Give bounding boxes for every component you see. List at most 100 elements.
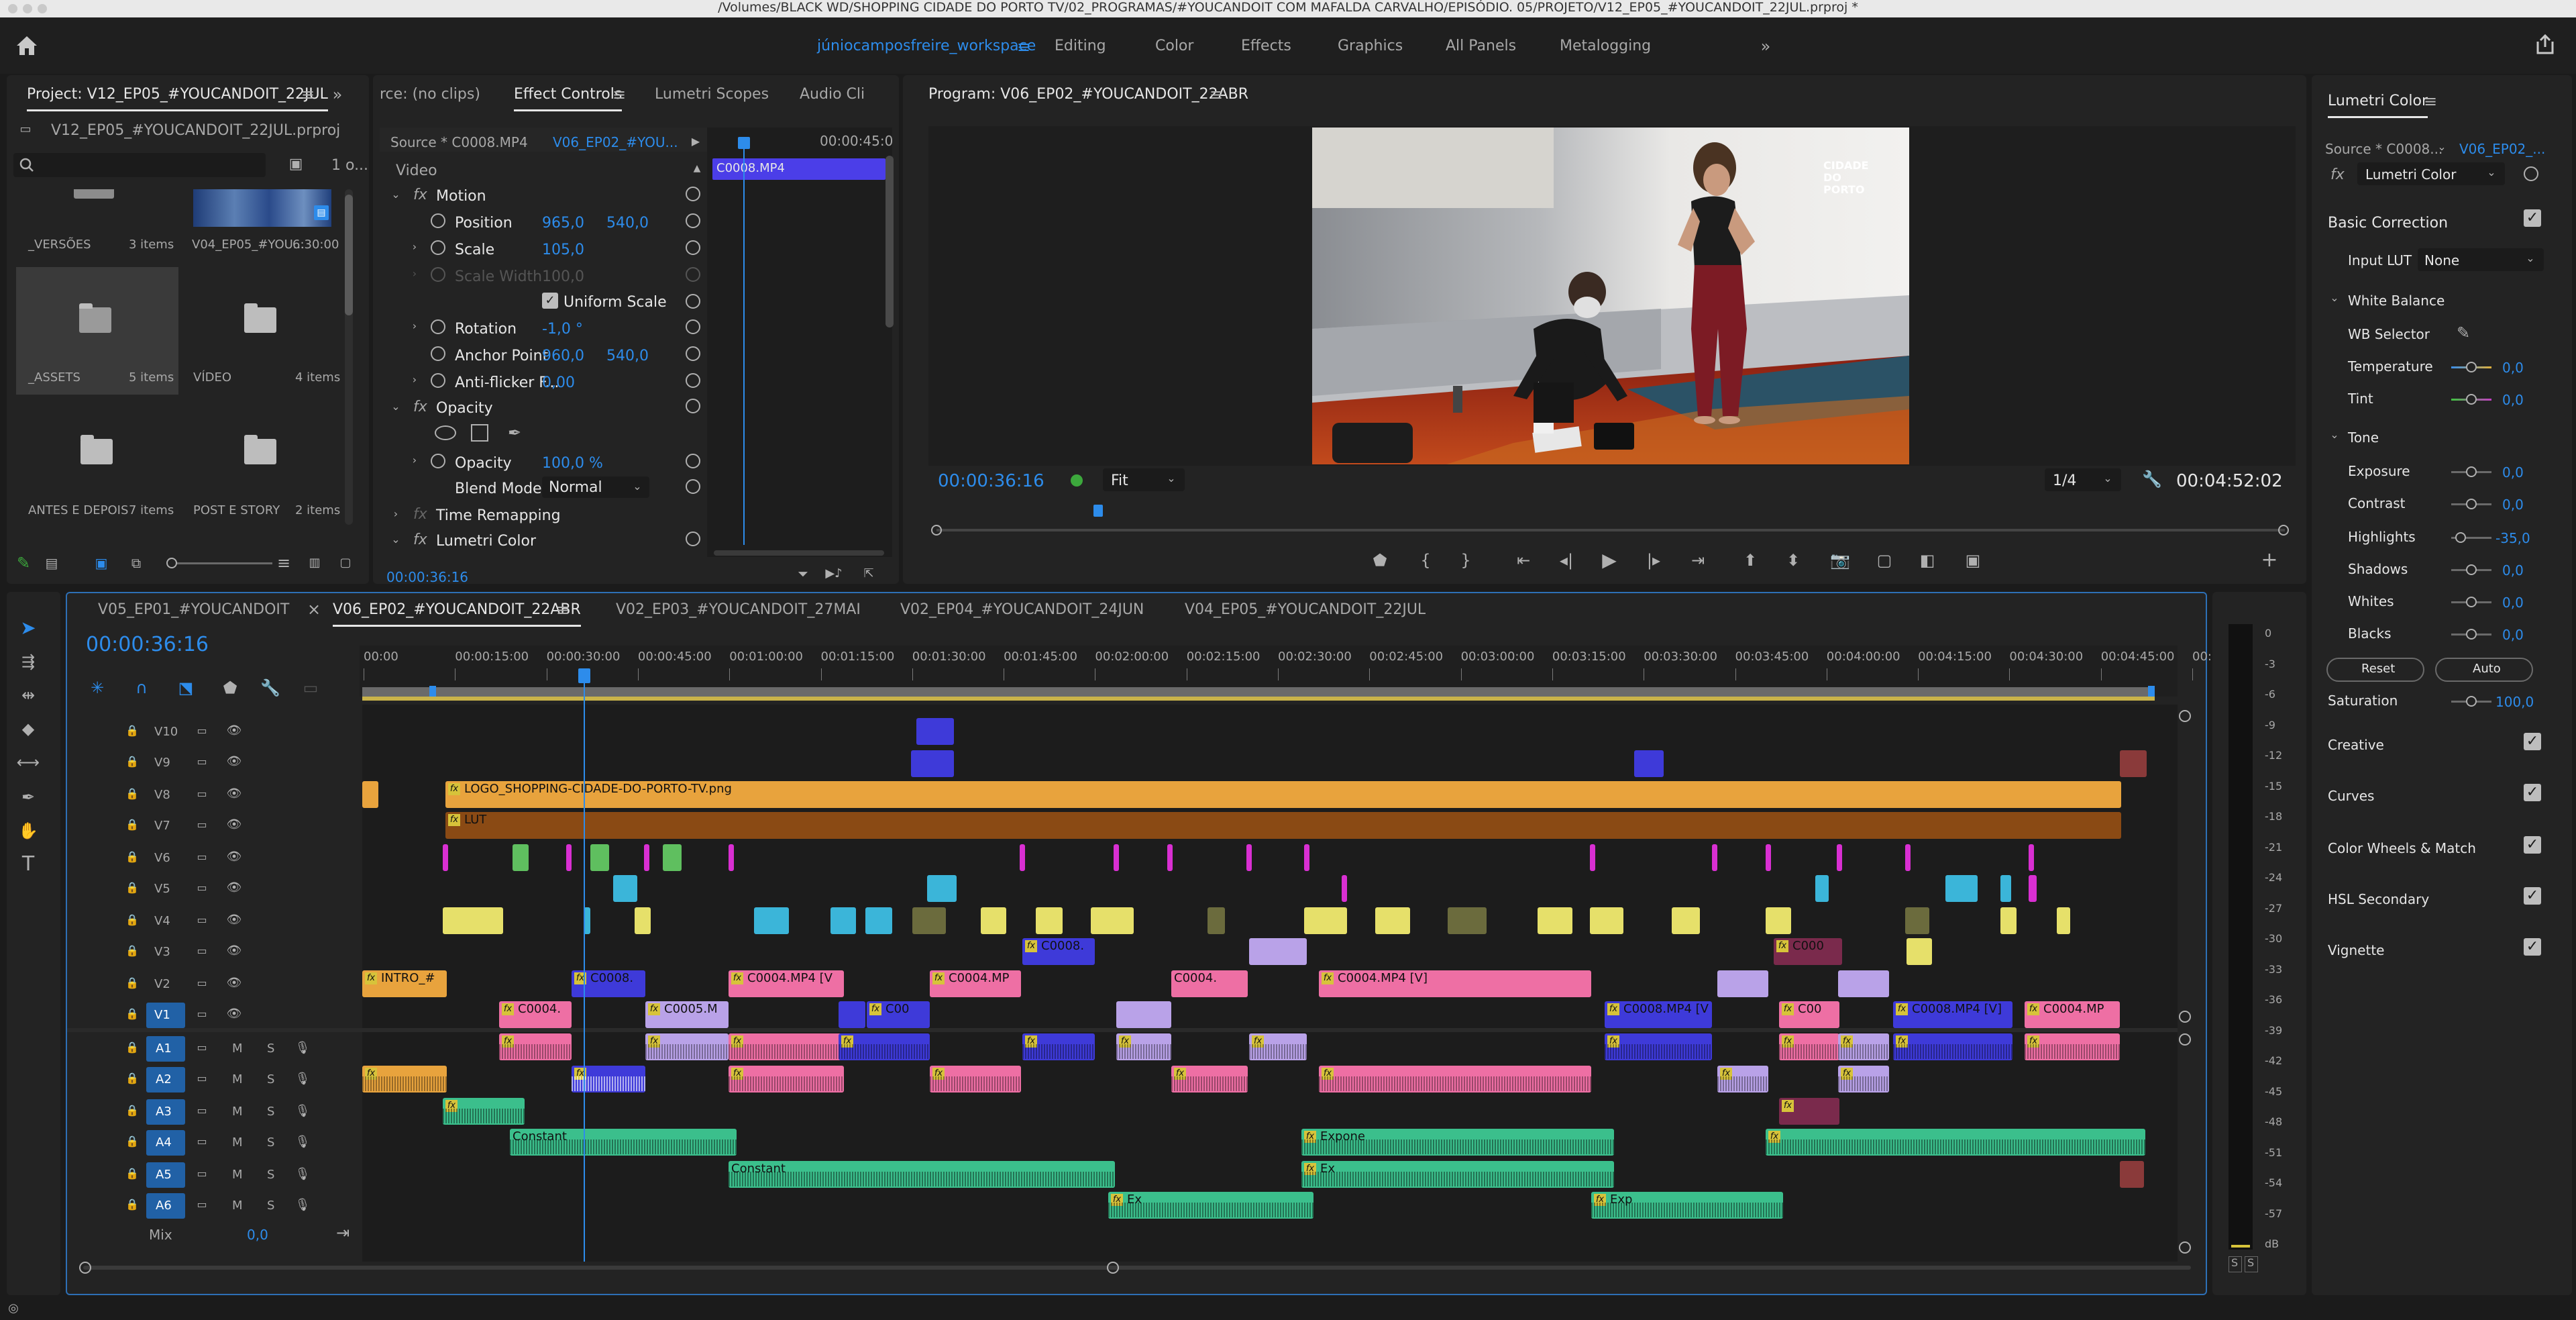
clip-v2-selected[interactable]: fx C0008. bbox=[572, 970, 645, 997]
stopwatch-icon[interactable] bbox=[431, 346, 445, 361]
ec-hscroll[interactable] bbox=[714, 550, 884, 556]
clip-v6[interactable] bbox=[644, 844, 649, 871]
ec-position-x[interactable]: 965,0 bbox=[542, 216, 584, 231]
status-icon[interactable]: ◎ bbox=[4, 1299, 23, 1318]
clip-v4[interactable] bbox=[1905, 907, 1929, 934]
selection-tool-icon[interactable]: ➤ bbox=[15, 615, 42, 642]
clip-v2[interactable]: C0004. bbox=[1171, 970, 1248, 997]
clip-v9[interactable] bbox=[2120, 750, 2147, 777]
captions-icon[interactable]: ▭ bbox=[301, 678, 321, 698]
lock-icon[interactable]: 🔒 bbox=[125, 1134, 140, 1149]
audio-clip-a2[interactable]: fx bbox=[362, 1066, 447, 1093]
hsl-secondary-header[interactable]: HSL Secondary bbox=[2328, 893, 2429, 906]
solo-button[interactable]: S bbox=[267, 1074, 274, 1086]
clip-v2[interactable]: fx C0004.MP4 [V] bbox=[1319, 970, 1591, 997]
mute-button[interactable]: M bbox=[232, 1043, 243, 1055]
vscroll-handle[interactable] bbox=[2179, 710, 2191, 722]
clip-v6[interactable] bbox=[513, 844, 529, 871]
sync-lock-icon[interactable]: ▭ bbox=[193, 1103, 211, 1118]
audio-clip-a2[interactable]: fx bbox=[1171, 1066, 1248, 1093]
track-label-v2[interactable]: V2 bbox=[154, 978, 170, 991]
sync-lock-icon[interactable]: ▭ bbox=[193, 723, 211, 738]
program-menu-icon[interactable]: ≡ bbox=[1208, 86, 1225, 103]
clip-v6[interactable] bbox=[1167, 844, 1173, 871]
sync-lock-icon[interactable]: ▭ bbox=[193, 817, 211, 832]
filter-icon[interactable]: ⏷ bbox=[794, 565, 812, 582]
audio-clip-a1[interactable]: fx bbox=[1779, 1033, 1839, 1060]
project-panel-menu-icon[interactable]: ≡ bbox=[299, 86, 317, 103]
ripple-edit-tool-icon[interactable]: ⇹ bbox=[15, 683, 42, 707]
new-item-icon[interactable]: ▢ bbox=[335, 554, 356, 572]
ec-position-y[interactable]: 540,0 bbox=[606, 216, 649, 231]
eye-icon[interactable]: 👁 bbox=[225, 786, 243, 801]
sync-lock-icon[interactable]: ▭ bbox=[193, 754, 211, 769]
eye-icon[interactable]: 👁 bbox=[225, 723, 243, 738]
exposure-slider[interactable] bbox=[2451, 466, 2491, 477]
effect-controls-menu-icon[interactable]: ≡ bbox=[610, 86, 628, 103]
clip-v6[interactable] bbox=[1837, 844, 1842, 871]
audio-clip-a1[interactable]: fx bbox=[499, 1033, 572, 1060]
hscroll-right-handle[interactable] bbox=[2179, 1241, 2191, 1254]
clip-v4[interactable] bbox=[2057, 907, 2070, 934]
tone-header[interactable]: Tone bbox=[2348, 431, 2379, 444]
mark-out-icon[interactable]: } bbox=[1456, 550, 1476, 570]
sequence-tab[interactable]: V02_EP04_#YOUCANDOIT_24JUN bbox=[900, 603, 1144, 617]
lumetri-menu-icon[interactable]: ≡ bbox=[2422, 93, 2439, 110]
whites-slider[interactable] bbox=[2451, 597, 2491, 607]
clip-v6[interactable] bbox=[1590, 844, 1595, 871]
audio-clip-a1[interactable]: fx bbox=[645, 1033, 729, 1060]
program-timecode[interactable]: 00:00:36:16 bbox=[938, 472, 1044, 490]
eye-icon[interactable]: 👁 bbox=[225, 880, 243, 895]
stopwatch-icon[interactable] bbox=[431, 373, 445, 388]
workspace-tab-all-panels[interactable]: All Panels bbox=[1446, 39, 1516, 54]
disclosure-icon[interactable]: › bbox=[389, 507, 402, 521]
ec-playhead[interactable] bbox=[743, 137, 745, 545]
go-to-in-icon[interactable]: ⇤ bbox=[1512, 550, 1535, 570]
type-tool-icon[interactable]: T bbox=[15, 852, 42, 876]
clip-logo[interactable]: fx LOGO_SHOPPING-CIDADE-DO-PORTO-TV.png bbox=[445, 781, 2121, 808]
clip-v5[interactable] bbox=[613, 875, 637, 902]
color-wheels-checkbox[interactable]: ✓ bbox=[2524, 836, 2541, 854]
clip-v4[interactable] bbox=[1448, 907, 1487, 934]
program-scrub-start[interactable] bbox=[931, 525, 942, 536]
lock-icon[interactable]: 🔒 bbox=[125, 1197, 140, 1212]
disclosure-icon[interactable]: ⌄ bbox=[389, 533, 402, 546]
nest-toggle-icon[interactable]: ✳ bbox=[87, 678, 107, 698]
solo-button[interactable]: S bbox=[267, 1200, 274, 1212]
audio-clip-a4[interactable]: fx Expone bbox=[1301, 1129, 1614, 1156]
audio-clip-a6[interactable]: fx Ex bbox=[1108, 1192, 1313, 1219]
eye-icon[interactable]: 👁 bbox=[225, 850, 243, 864]
clip-v2[interactable]: fx C0004.MP bbox=[930, 970, 1021, 997]
mute-button[interactable]: M bbox=[232, 1106, 243, 1118]
mute-button[interactable]: M bbox=[232, 1200, 243, 1212]
sync-lock-icon[interactable]: ▭ bbox=[193, 786, 211, 801]
clip-v2[interactable]: fx C0004.MP4 [V bbox=[729, 970, 844, 997]
overflow-chevron-icon[interactable]: » bbox=[1754, 36, 1778, 56]
color-wheels-header[interactable]: Color Wheels & Match bbox=[2328, 842, 2476, 855]
stopwatch-icon[interactable] bbox=[431, 454, 445, 468]
clip-v6[interactable] bbox=[443, 844, 448, 871]
share-icon[interactable] bbox=[2532, 31, 2559, 58]
audio-clip-a1[interactable]: fx bbox=[1249, 1033, 1307, 1060]
track-label-a6[interactable]: A6 bbox=[156, 1200, 172, 1212]
disclosure-icon[interactable]: › bbox=[409, 240, 420, 254]
workspace-tab-editing[interactable]: Editing bbox=[1055, 39, 1106, 54]
exposure-value[interactable]: 0,0 bbox=[2502, 466, 2524, 479]
clip-v4[interactable] bbox=[635, 907, 651, 934]
workspace-tab-graphics[interactable]: Graphics bbox=[1338, 39, 1403, 54]
automate-icon[interactable]: ▥ bbox=[305, 554, 325, 572]
clip-v6[interactable] bbox=[1020, 844, 1025, 871]
clip-v4[interactable] bbox=[1091, 907, 1134, 934]
audio-clip-a1[interactable]: fx bbox=[1838, 1033, 1889, 1060]
mute-button[interactable]: M bbox=[232, 1169, 243, 1181]
audio-clip-a1[interactable]: fx bbox=[839, 1033, 930, 1060]
track-label-v1[interactable]: V1 bbox=[154, 1009, 170, 1021]
sync-lock-icon[interactable]: ▭ bbox=[193, 850, 211, 864]
blacks-value[interactable]: 0,0 bbox=[2502, 628, 2524, 642]
reset-icon[interactable] bbox=[686, 319, 700, 334]
lock-icon[interactable]: 🔒 bbox=[125, 944, 140, 958]
effect-controls-tab[interactable]: Effect Controls bbox=[514, 87, 623, 111]
timeline-menu-icon[interactable]: ≡ bbox=[554, 601, 572, 619]
safe-margins-icon[interactable]: ▢ bbox=[1873, 550, 1896, 570]
contrast-value[interactable]: 0,0 bbox=[2502, 498, 2524, 511]
